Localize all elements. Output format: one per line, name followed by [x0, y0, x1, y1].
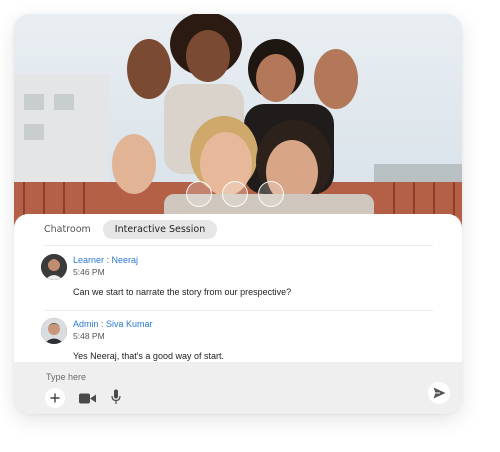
- carousel-dots: [186, 181, 286, 207]
- message-time: 5:46 PM: [73, 267, 105, 277]
- add-attachment-button[interactable]: [45, 388, 65, 408]
- session-video-frame: [14, 14, 462, 230]
- microphone-button[interactable]: [109, 388, 123, 406]
- avatar-image: [41, 254, 67, 280]
- avatar-image: [41, 318, 67, 344]
- message-item: Admin : Siva Kumar 5:48 PM Yes Neeraj, t…: [41, 318, 431, 368]
- message-author[interactable]: Admin : Siva Kumar: [73, 319, 153, 329]
- message-time: 5:48 PM: [73, 331, 105, 341]
- send-icon: [433, 387, 445, 399]
- video-camera-icon: [78, 393, 96, 403]
- avatar: [41, 318, 67, 344]
- tab-interactive-session[interactable]: Interactive Session: [102, 220, 218, 239]
- avatar: [41, 254, 67, 280]
- send-button[interactable]: [428, 382, 450, 404]
- message-text: Yes Neeraj, that's a good way of start.: [73, 351, 224, 361]
- tab-bar: Chatroom Interactive Session: [32, 220, 218, 239]
- message-composer: [14, 362, 462, 414]
- plus-icon: [50, 393, 60, 403]
- carousel-dot-1[interactable]: [186, 181, 212, 207]
- microphone-icon: [111, 389, 121, 404]
- video-button[interactable]: [78, 391, 96, 405]
- tab-chatroom[interactable]: Chatroom: [32, 220, 103, 239]
- message-author[interactable]: Learner : Neeraj: [73, 255, 138, 265]
- chat-card: Chatroom Interactive Session Learner : N…: [14, 14, 462, 414]
- message-input[interactable]: [44, 368, 348, 386]
- message-text: Can we start to narrate the story from o…: [73, 287, 292, 297]
- divider: [44, 245, 433, 246]
- carousel-dot-3[interactable]: [258, 181, 284, 207]
- divider: [44, 310, 433, 311]
- carousel-dot-2[interactable]: [222, 181, 248, 207]
- message-item: Learner : Neeraj 5:46 PM Can we start to…: [41, 254, 431, 304]
